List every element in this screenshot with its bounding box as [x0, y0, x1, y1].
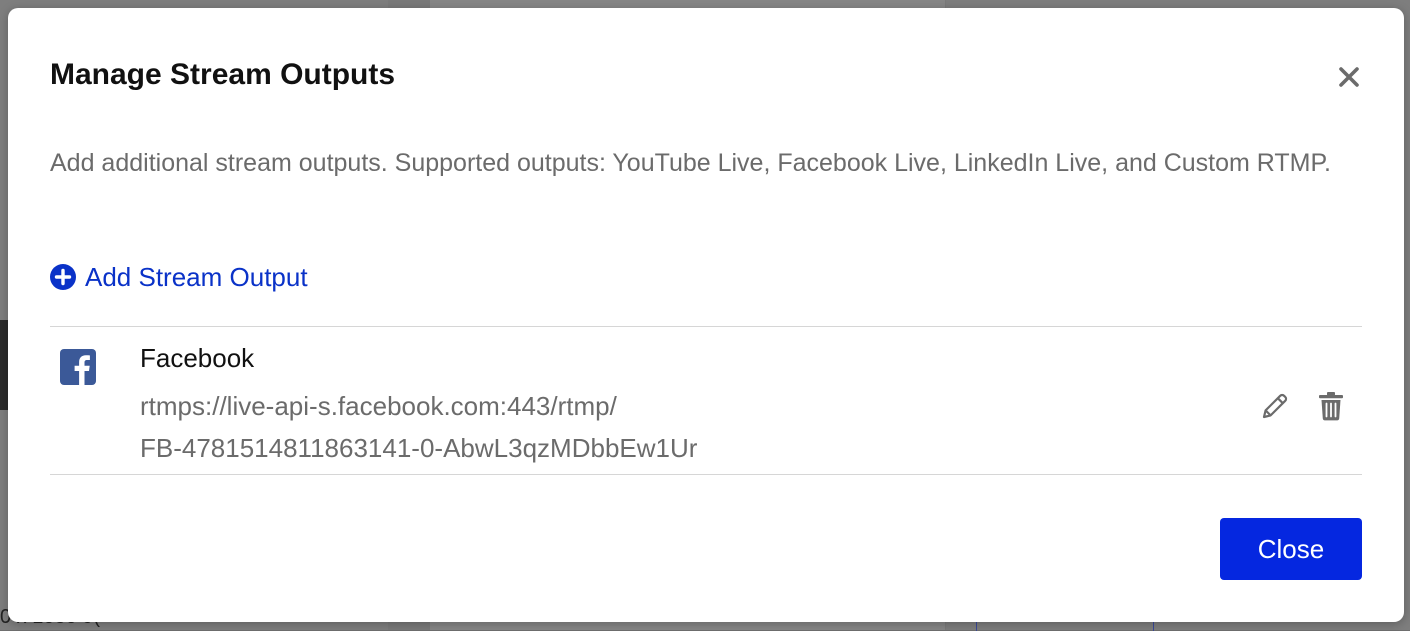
edit-output-button[interactable] — [1258, 389, 1292, 423]
add-stream-output-link[interactable]: Add Stream Output — [50, 260, 308, 294]
divider — [50, 474, 1362, 475]
stream-output-row: Facebook rtmps://live-api-s.facebook.com… — [50, 327, 1362, 474]
facebook-icon — [60, 349, 96, 385]
close-button[interactable]: Close — [1220, 518, 1362, 580]
trash-icon — [1319, 392, 1343, 421]
delete-output-button[interactable] — [1314, 389, 1348, 423]
dialog-description: Add additional stream outputs. Supported… — [50, 149, 1331, 177]
manage-stream-outputs-dialog: Manage Stream Outputs Add additional str… — [8, 8, 1404, 622]
close-icon — [1339, 67, 1359, 87]
close-icon-button[interactable] — [1333, 61, 1365, 93]
pencil-icon — [1262, 393, 1288, 419]
plus-circle-icon — [50, 264, 76, 290]
output-name: Facebook — [140, 343, 255, 373]
output-url: rtmps://live-api-s.facebook.com:443/rtmp… — [140, 385, 940, 469]
output-url-line: rtmps://live-api-s.facebook.com:443/rtmp… — [140, 391, 617, 421]
output-url-line: FB-4781514811863141-0-AbwL3qzMDbbEw1Ur — [140, 433, 698, 463]
dialog-title: Manage Stream Outputs — [50, 58, 396, 91]
add-stream-output-label: Add Stream Output — [85, 261, 308, 292]
